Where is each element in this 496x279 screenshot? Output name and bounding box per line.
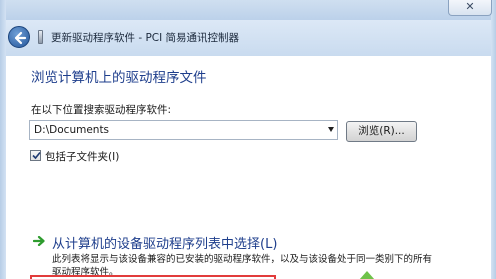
device-icon xyxy=(38,30,43,44)
include-subfolders-checkbox[interactable] xyxy=(30,150,41,161)
green-arrow-icon xyxy=(33,236,45,246)
window-frame-right xyxy=(491,0,496,279)
dropdown-arrow-icon[interactable] xyxy=(328,127,334,132)
close-button[interactable]: ✕ xyxy=(448,0,492,16)
pick-from-list-link[interactable]: 从计算机的设备驱动程序列表中选择(L) xyxy=(52,233,277,252)
search-path-combobox[interactable]: D:\Documents xyxy=(29,120,338,140)
include-subfolders-label[interactable]: 包括子文件夹(I) xyxy=(45,149,119,164)
back-button[interactable] xyxy=(8,26,30,48)
red-highlight-box xyxy=(30,275,276,279)
green-up-arrow-icon xyxy=(359,271,375,279)
wizard-nav-bar: 更新驱动程序软件 - PCI 简易通讯控制器 xyxy=(6,20,491,56)
back-arrow-icon xyxy=(14,31,27,45)
page-title: 浏览计算机上的驱动程序文件 xyxy=(31,70,207,86)
browse-button[interactable]: 浏览(R)... xyxy=(346,121,417,142)
checkmark-icon xyxy=(32,151,41,160)
window-title-bar xyxy=(0,0,496,20)
search-path-value: D:\Documents xyxy=(34,124,110,136)
pick-from-list-description: 此列表将显示与该设备兼容的已安装的驱动程序软件，以及与该设备处于同一类别下的所有 xyxy=(52,254,433,265)
search-location-label: 在以下位置搜索驱动程序软件: xyxy=(31,104,172,116)
window-title: 更新驱动程序软件 - PCI 简易通讯控制器 xyxy=(51,32,240,44)
